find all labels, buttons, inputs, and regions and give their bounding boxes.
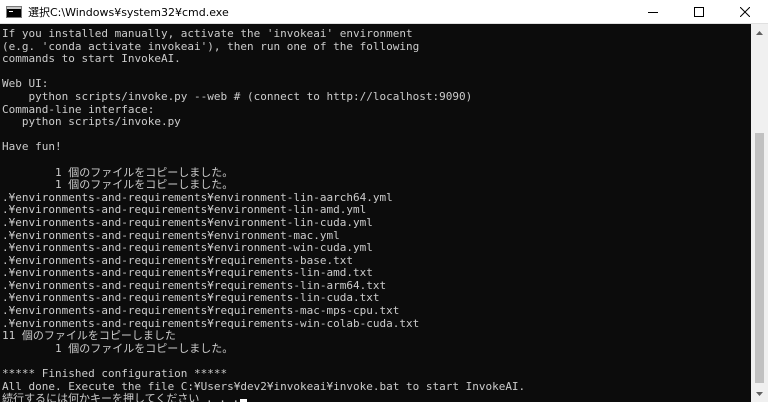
console-line: Have fun! <box>2 140 62 154</box>
console-line: python scripts/invoke.py --web # (connec… <box>2 89 473 103</box>
console-line: 11 個のファイルをコピーしました <box>2 329 176 343</box>
maximize-button[interactable] <box>676 0 722 24</box>
scroll-down-button[interactable] <box>751 385 768 402</box>
cmd-window: 選択C:\Windows¥system32¥cmd.exe If you ins… <box>0 0 768 402</box>
maximize-icon <box>694 7 704 17</box>
scroll-down-arrow-icon <box>756 391 763 396</box>
console-line: ***** Finished configuration ***** <box>2 367 228 381</box>
title-bar[interactable]: 選択C:\Windows¥system32¥cmd.exe <box>0 0 768 24</box>
minimize-button[interactable] <box>630 0 676 24</box>
console-line: .¥environments-and-requirements¥environm… <box>2 215 373 229</box>
prompt-text: 続行するには何かキーを押してください . . . <box>2 392 240 402</box>
console-line: .¥environments-and-requirements¥requirem… <box>2 304 400 318</box>
console-line: 1 個のファイルをコピーしました。 <box>2 178 234 192</box>
scroll-up-arrow-icon <box>756 30 763 35</box>
console-app-icon[interactable] <box>6 5 22 18</box>
scroll-up-button[interactable] <box>751 24 768 41</box>
close-icon <box>740 7 750 17</box>
console-line: .¥environments-and-requirements¥requirem… <box>2 266 373 280</box>
console-line: commands to start InvokeAI. <box>2 52 181 66</box>
close-button[interactable] <box>722 0 768 24</box>
console-line: 1 個のファイルをコピーしました。 <box>2 341 234 355</box>
scroll-thumb[interactable] <box>755 133 764 383</box>
window-controls <box>630 0 768 24</box>
console-line: If you installed manually, activate the … <box>2 27 413 40</box>
console-line: .¥environments-and-requirements¥environm… <box>2 241 373 255</box>
prompt-line: 続行するには何かキーを押してください . . . <box>2 392 750 402</box>
minimize-icon <box>648 12 658 13</box>
console-output[interactable]: If you installed manually, activate the … <box>0 24 750 402</box>
console-line: python scripts/invoke.py <box>2 115 181 129</box>
window-title: 選択C:\Windows¥system32¥cmd.exe <box>28 5 229 19</box>
vertical-scrollbar[interactable] <box>751 24 768 402</box>
